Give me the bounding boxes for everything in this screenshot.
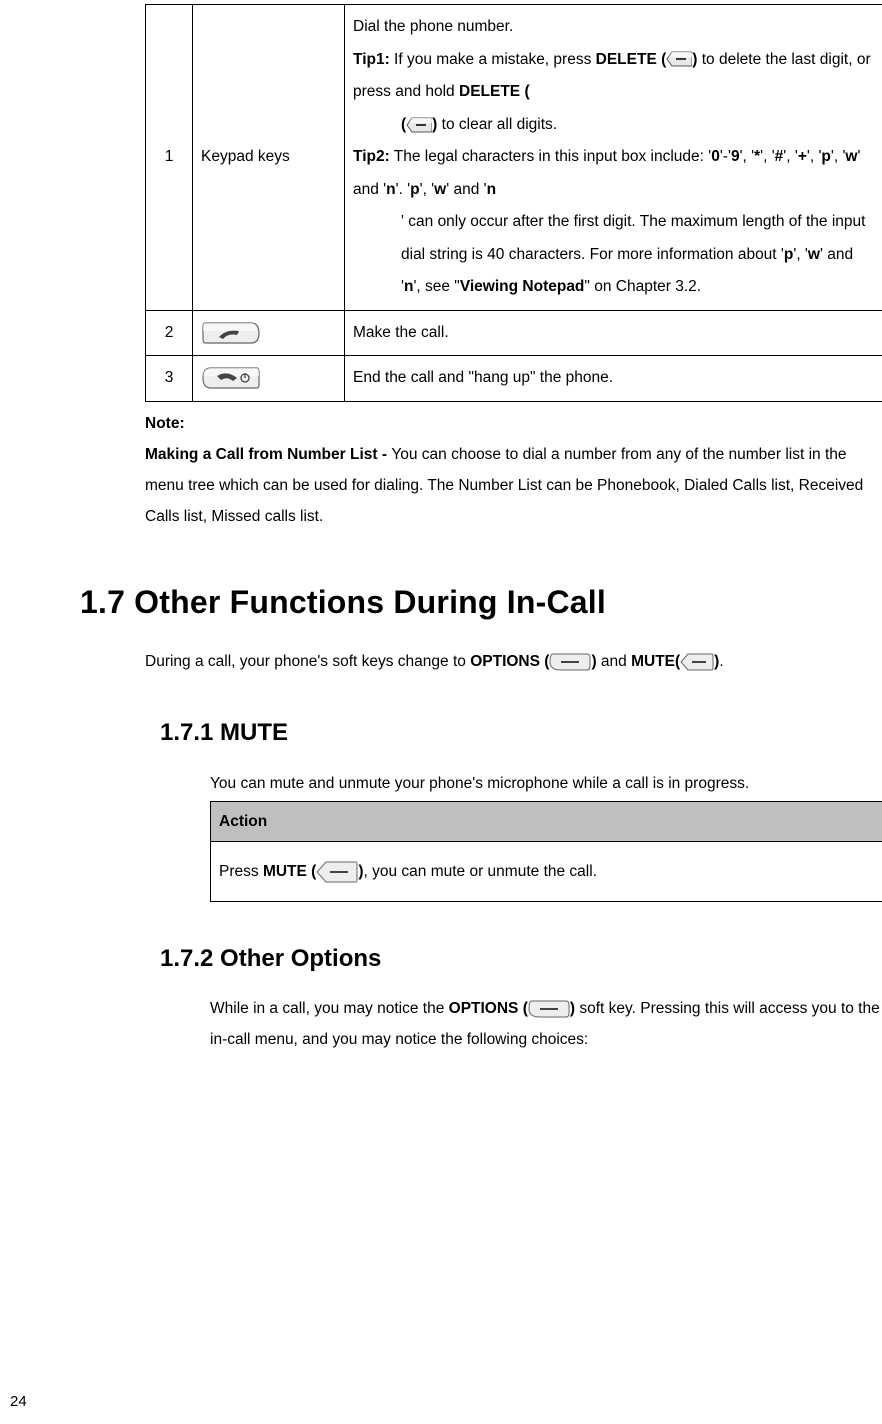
t2b2: 9 xyxy=(731,148,740,165)
page-number: 24 xyxy=(10,1388,27,1417)
tip1-label: Tip1: xyxy=(353,51,390,68)
row1-num: 1 xyxy=(146,5,193,311)
row3-num: 3 xyxy=(146,356,193,402)
row3-desc: End the call and "hang up" the phone. xyxy=(345,356,882,402)
tip1-e: to clear all digits. xyxy=(437,116,557,133)
action-row: Press MUTE (), you can mute or unmute th… xyxy=(211,841,882,901)
tip1-a: If you make a mistake, press xyxy=(390,51,596,68)
t2b16: p xyxy=(410,181,419,198)
t2b9: ', ' xyxy=(807,148,822,165)
t2b5: ', ' xyxy=(760,148,775,165)
t2b0: 0 xyxy=(711,148,720,165)
tip1-delete1: DELETE ( xyxy=(596,51,667,68)
row1-line1: Dial the phone number. xyxy=(353,18,513,35)
t2b18: w xyxy=(434,181,446,198)
s171c: , you can mute or unmute the call. xyxy=(364,863,597,880)
mute-key-icon xyxy=(316,861,358,883)
s171mute: MUTE ( xyxy=(263,863,316,880)
note-label: Note: xyxy=(145,415,185,432)
row1-label: Keypad keys xyxy=(193,5,345,311)
t2b7: ', ' xyxy=(783,148,798,165)
note-lead: Making a Call from Number List - xyxy=(145,446,391,463)
t2b15: '. ' xyxy=(396,181,411,198)
s17opt: OPTIONS ( xyxy=(470,653,549,670)
sec172-body: While in a call, you may notice the OPTI… xyxy=(210,993,882,1055)
s171a: Press xyxy=(219,863,263,880)
row2-num: 2 xyxy=(146,310,193,356)
delete-key-icon xyxy=(406,117,432,133)
t2b27: ', see " xyxy=(413,278,459,295)
keypad-steps-table: 1 Keypad keys Dial the phone number. Tip… xyxy=(145,4,882,402)
t2b28: Viewing Notepad xyxy=(460,278,585,295)
row2-icon-cell xyxy=(193,310,345,356)
t2b20: n xyxy=(487,181,496,198)
s17a: During a call, your phone's soft keys ch… xyxy=(145,653,470,670)
tip2-label: Tip2: xyxy=(353,148,390,165)
t2b11: ', ' xyxy=(831,148,846,165)
t2b19: ' and ' xyxy=(446,181,486,198)
s17e: . xyxy=(719,653,723,670)
options-key-icon xyxy=(549,652,591,672)
t2b17: ', ' xyxy=(420,181,435,198)
t2b1: '-' xyxy=(720,148,731,165)
section-1-7-1-heading: 1.7.1 MUTE xyxy=(160,710,872,756)
t2b8: + xyxy=(798,148,807,165)
t2b12: w xyxy=(845,148,857,165)
t2b23: ', ' xyxy=(793,246,808,263)
s172a: While in a call, you may notice the xyxy=(210,1000,449,1017)
mute-key-icon xyxy=(680,653,714,671)
t2b29: " on Chapter 3.2. xyxy=(584,278,701,295)
section-1-7-heading: 1.7 Other Functions During In-Call xyxy=(80,572,872,633)
section-1-7-intro: During a call, your phone's soft keys ch… xyxy=(145,647,882,676)
mute-action-table: Action Press MUTE (), you can mute or un… xyxy=(210,801,882,902)
row3-icon-cell xyxy=(193,356,345,402)
tip1-delete2: DELETE ( xyxy=(459,83,530,100)
t2a: The legal characters in this input box i… xyxy=(390,148,711,165)
end-call-key-icon xyxy=(201,364,261,392)
delete-key-icon xyxy=(666,51,692,67)
note-block: Note: Making a Call from Number List - Y… xyxy=(145,408,882,532)
s17c: and xyxy=(597,653,631,670)
s17mute: MUTE( xyxy=(631,653,680,670)
t2b3: ', ' xyxy=(740,148,755,165)
row2-desc: Make the call. xyxy=(345,310,882,356)
options-key-icon xyxy=(528,999,570,1019)
t2b22: p xyxy=(784,246,793,263)
t2b14: n xyxy=(386,181,395,198)
t2b10: p xyxy=(821,148,830,165)
t2b6: # xyxy=(775,148,784,165)
t2b24: w xyxy=(808,246,820,263)
section-1-7-2-heading: 1.7.2 Other Options xyxy=(160,936,872,982)
action-header: Action xyxy=(211,801,882,841)
row1-desc: Dial the phone number. Tip1: If you make… xyxy=(345,5,882,311)
sec171-intro: You can mute and unmute your phone's mic… xyxy=(210,768,882,799)
s172opt: OPTIONS ( xyxy=(449,1000,528,1017)
call-key-icon xyxy=(201,319,261,347)
